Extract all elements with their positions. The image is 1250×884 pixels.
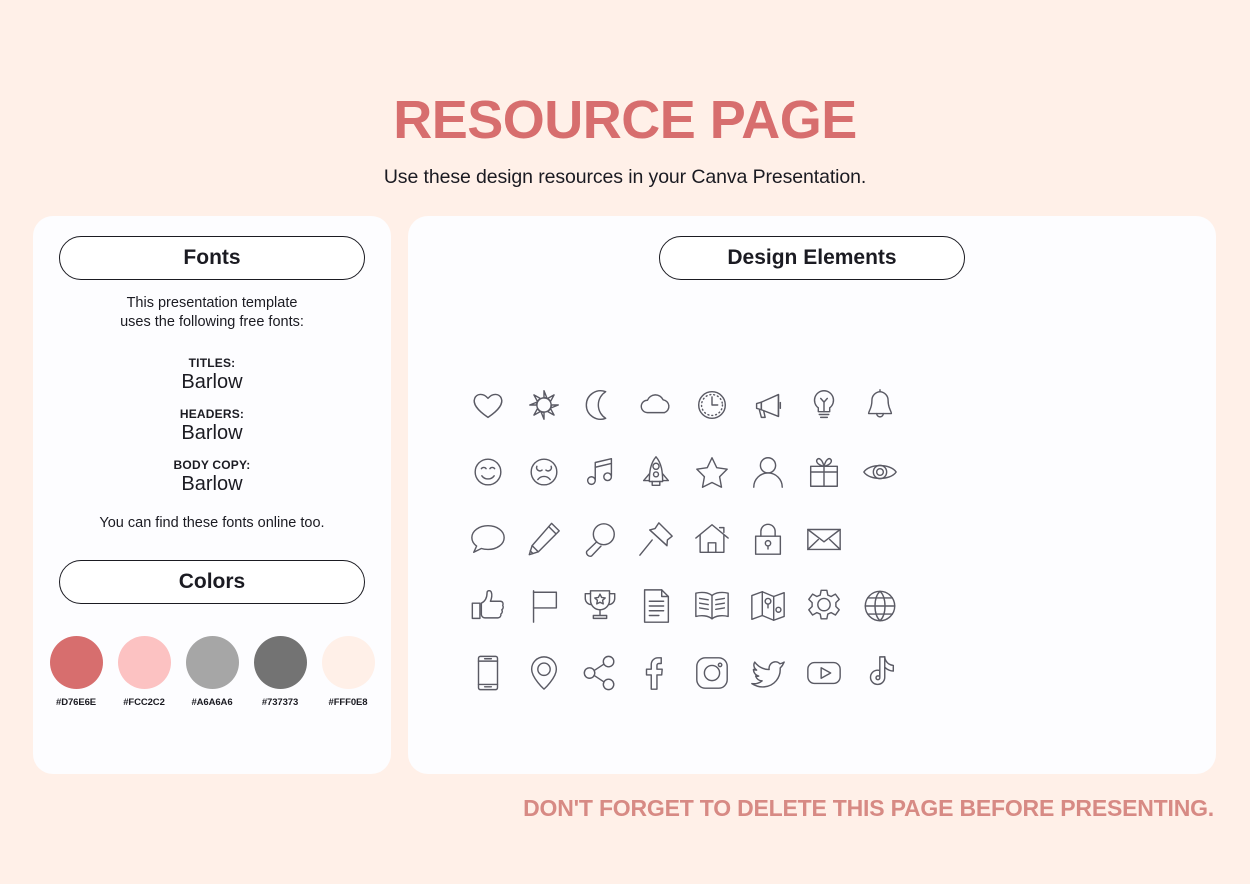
smiley-sad-icon bbox=[516, 438, 571, 505]
smiley-happy-icon bbox=[460, 438, 515, 505]
color-swatch-list: #D76E6E #FCC2C2 #A6A6A6 #737373 #FFF0E8 bbox=[47, 636, 377, 708]
speech-bubble-icon bbox=[460, 505, 515, 572]
pushpin-icon bbox=[628, 505, 683, 572]
globe-icon bbox=[852, 572, 907, 639]
location-pin-icon bbox=[516, 639, 571, 706]
color-swatch-hex: #737373 bbox=[261, 697, 299, 708]
cloud-icon bbox=[628, 371, 683, 438]
sun-icon bbox=[516, 371, 571, 438]
fonts-note: You can find these fonts online too. bbox=[99, 515, 325, 531]
color-swatch-hex: #D76E6E bbox=[56, 697, 96, 708]
color-swatch-hex: #FCC2C2 bbox=[123, 697, 165, 708]
clock-icon bbox=[684, 371, 739, 438]
font-entry-value: Barlow bbox=[181, 422, 243, 444]
pencil-icon bbox=[516, 505, 571, 572]
rocket-icon bbox=[628, 438, 683, 505]
facebook-icon bbox=[628, 639, 683, 706]
phone-icon bbox=[460, 639, 515, 706]
youtube-icon bbox=[796, 639, 851, 706]
document-icon bbox=[628, 572, 683, 639]
thumbs-up-icon bbox=[460, 572, 515, 639]
bell-icon bbox=[852, 371, 907, 438]
instagram-icon bbox=[684, 639, 739, 706]
page-header: RESOURCE PAGE Use these design resources… bbox=[0, 92, 1250, 189]
fonts-intro-line-2: uses the following free fonts: bbox=[120, 313, 304, 330]
design-elements-heading-pill: Design Elements bbox=[659, 236, 965, 280]
color-swatch: #737373 bbox=[251, 636, 309, 708]
color-swatch-dot bbox=[117, 636, 171, 689]
colors-heading-label: Colors bbox=[178, 570, 246, 593]
fonts-intro-line-1: This presentation template bbox=[126, 295, 298, 311]
lock-icon bbox=[740, 505, 795, 572]
map-icon bbox=[740, 572, 795, 639]
book-icon bbox=[684, 572, 739, 639]
grid-spacer bbox=[852, 505, 907, 572]
color-swatch-dot bbox=[253, 636, 307, 689]
share-icon bbox=[572, 639, 627, 706]
font-entry-titles: TITLES: Barlow bbox=[33, 356, 391, 394]
gear-icon bbox=[796, 572, 851, 639]
colors-heading-pill: Colors bbox=[59, 560, 365, 604]
page-subtitle: Use these design resources in your Canva… bbox=[383, 165, 867, 188]
slide-canvas: RESOURCE PAGE Use these design resources… bbox=[0, 0, 1250, 884]
music-note-icon bbox=[572, 438, 627, 505]
font-entry-value: Barlow bbox=[181, 371, 243, 393]
delete-page-warning: DON'T FORGET TO DELETE THIS PAGE BEFORE … bbox=[523, 795, 1214, 821]
megaphone-icon bbox=[740, 371, 795, 438]
star-icon bbox=[684, 438, 739, 505]
font-entry-value: Barlow bbox=[181, 473, 243, 495]
tiktok-icon bbox=[852, 639, 907, 706]
gift-icon bbox=[796, 438, 851, 505]
page-title: RESOURCE PAGE bbox=[393, 90, 857, 150]
font-entry-headers: HEADERS: Barlow bbox=[33, 407, 391, 445]
color-swatch: #FCC2C2 bbox=[115, 636, 173, 708]
color-swatch-hex: #FFF0E8 bbox=[328, 697, 368, 708]
color-swatch: #A6A6A6 bbox=[183, 636, 241, 708]
envelope-icon bbox=[796, 505, 851, 572]
font-entry-body-copy: BODY COPY: Barlow bbox=[33, 458, 391, 496]
font-entry-label: TITLES: bbox=[188, 356, 236, 370]
twitter-icon bbox=[740, 639, 795, 706]
fonts-heading-label: Fonts bbox=[183, 246, 241, 269]
fonts-intro: This presentation template uses the foll… bbox=[33, 294, 391, 331]
color-swatch-hex: #A6A6A6 bbox=[191, 697, 233, 708]
design-elements-heading-label: Design Elements bbox=[727, 246, 897, 269]
magnifier-icon bbox=[572, 505, 627, 572]
icon-library-grid bbox=[460, 371, 907, 706]
heart-icon bbox=[460, 371, 515, 438]
font-entry-label: HEADERS: bbox=[179, 407, 245, 421]
color-swatch-dot bbox=[185, 636, 239, 689]
lightbulb-icon bbox=[796, 371, 851, 438]
fonts-colors-card: Fonts This presentation template uses th… bbox=[33, 216, 391, 774]
color-swatch: #FFF0E8 bbox=[319, 636, 377, 708]
eye-icon bbox=[852, 438, 907, 505]
fonts-heading-pill: Fonts bbox=[59, 236, 365, 280]
person-icon bbox=[740, 438, 795, 505]
moon-icon bbox=[572, 371, 627, 438]
trophy-icon bbox=[572, 572, 627, 639]
font-entry-label: BODY COPY: bbox=[173, 458, 251, 472]
color-swatch-dot bbox=[321, 636, 375, 689]
flag-icon bbox=[516, 572, 571, 639]
home-icon bbox=[684, 505, 739, 572]
design-elements-card: Design Elements bbox=[408, 216, 1216, 774]
color-swatch: #D76E6E bbox=[47, 636, 105, 708]
color-swatch-dot bbox=[49, 636, 103, 689]
